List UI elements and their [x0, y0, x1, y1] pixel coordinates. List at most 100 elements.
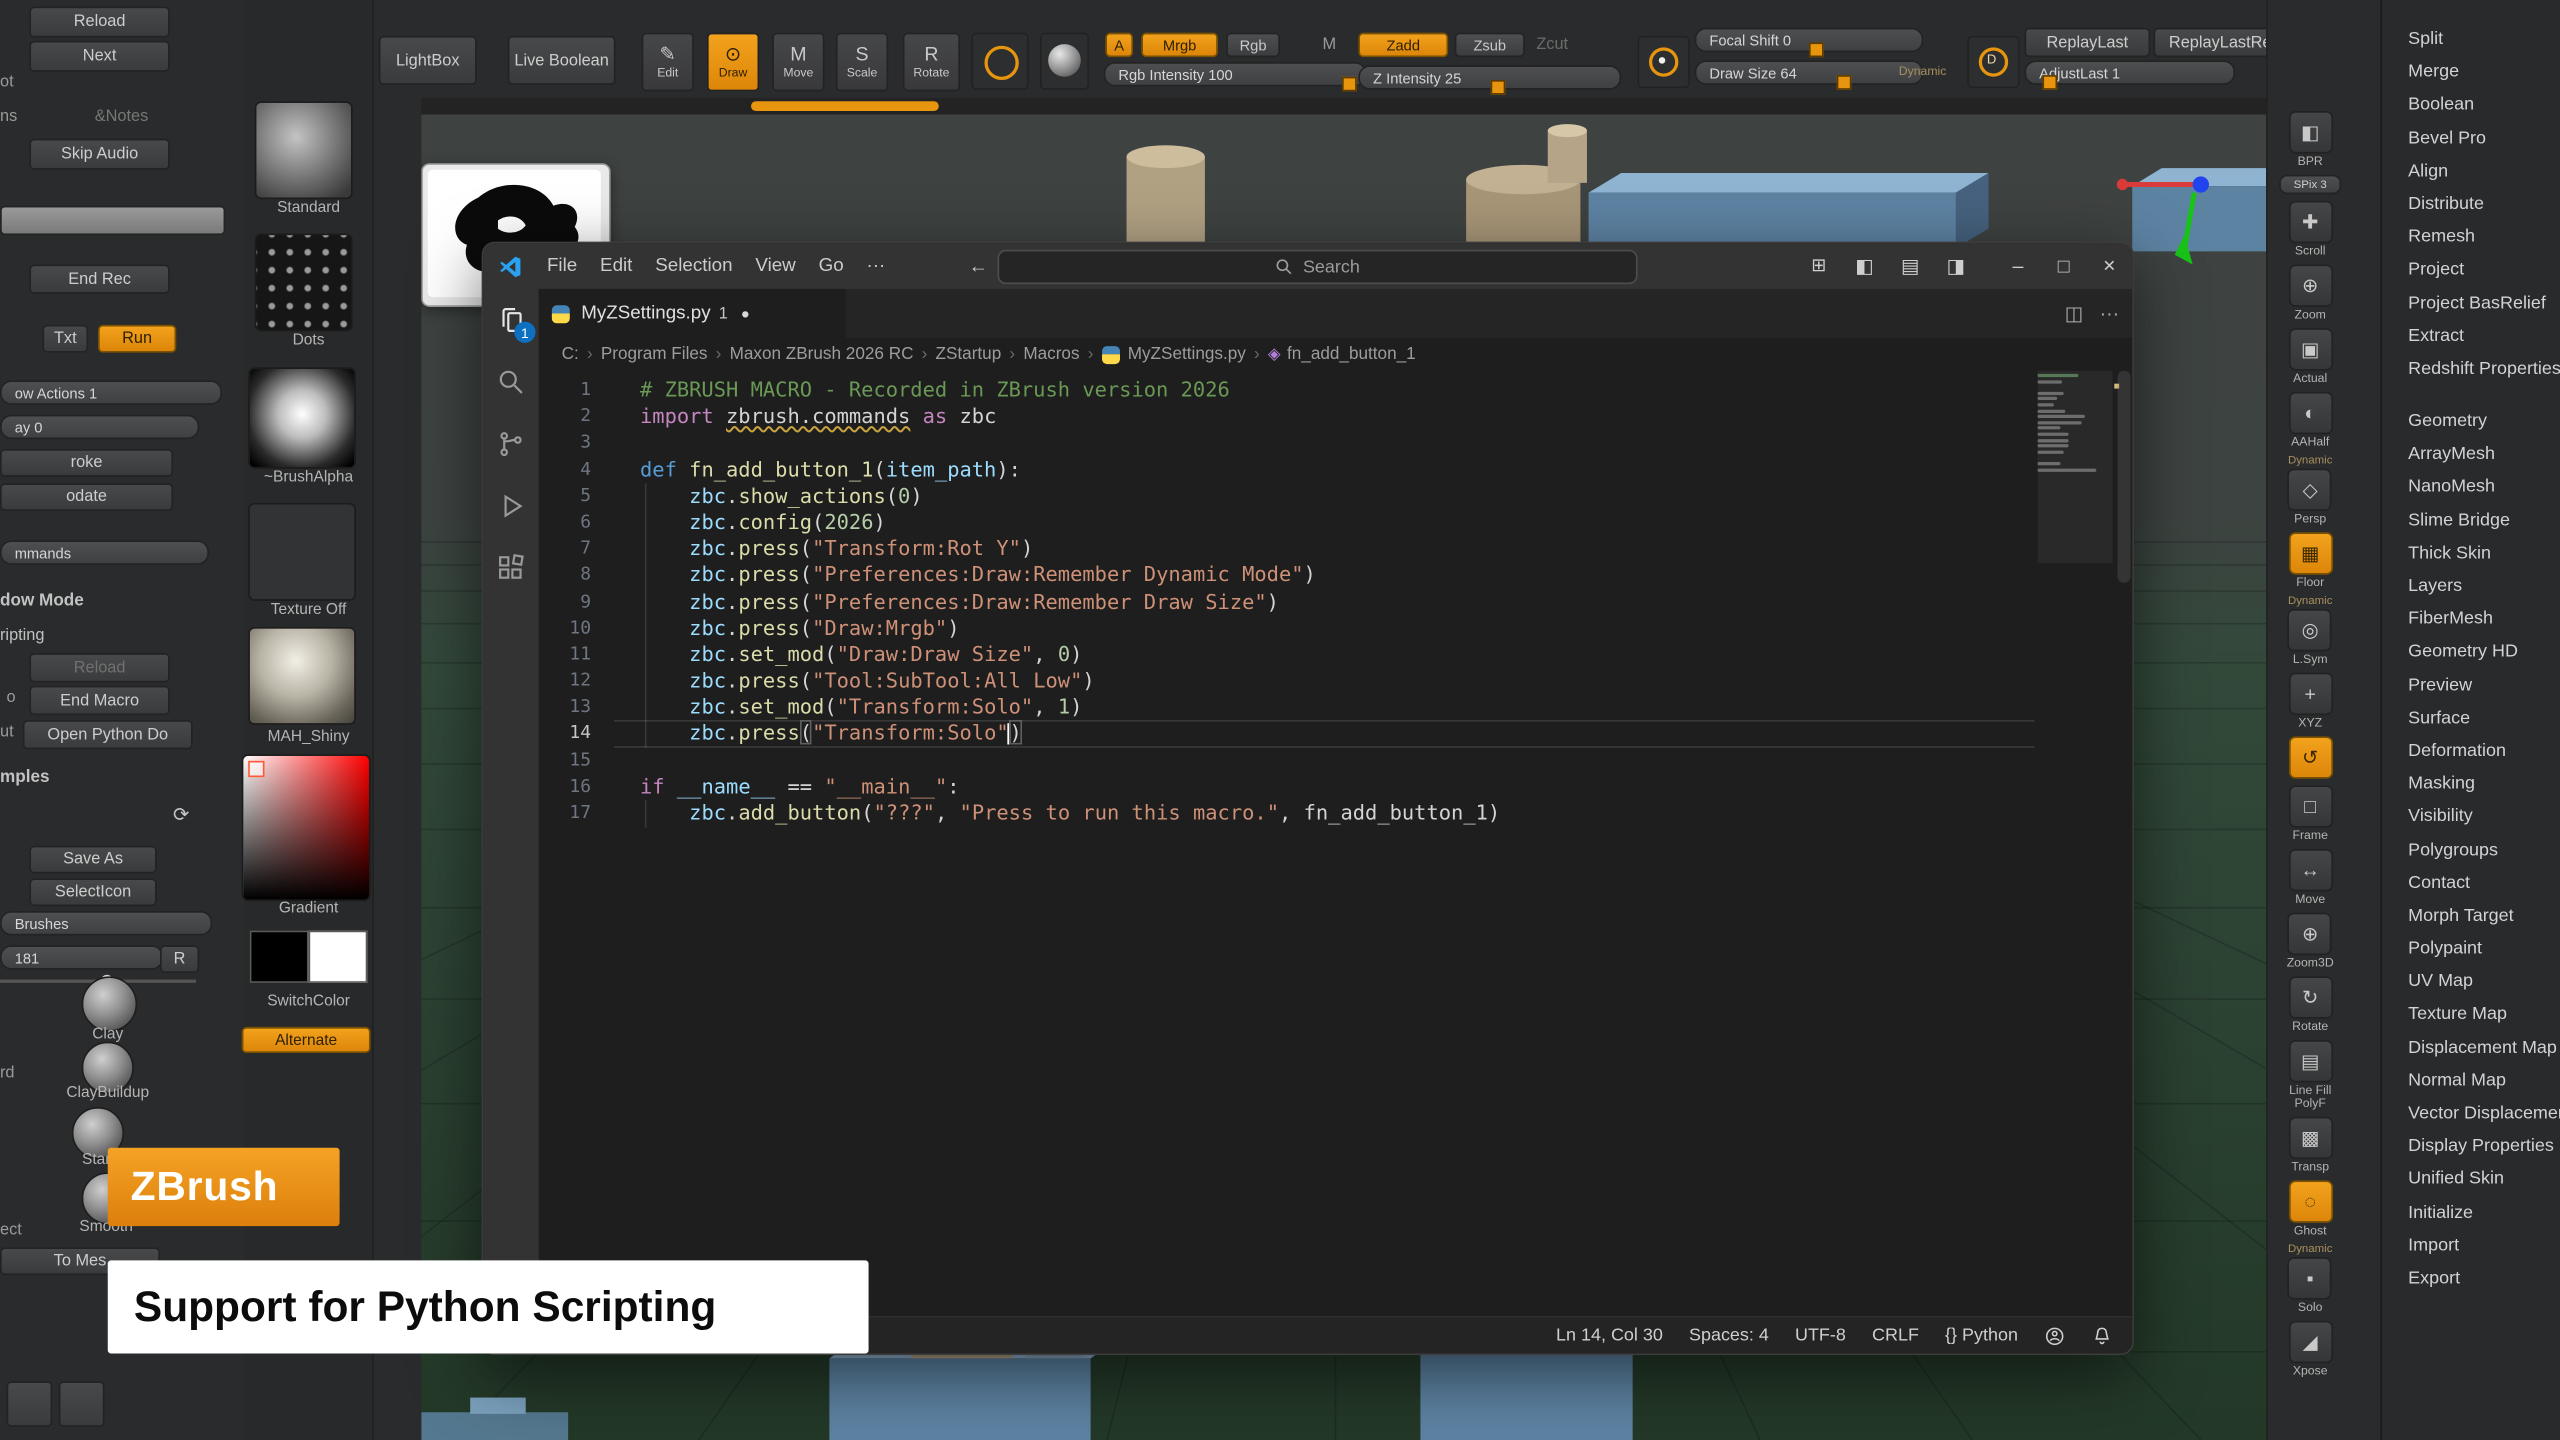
menu-normal-map[interactable]: Normal Map: [2382, 1064, 2560, 1097]
txt-button[interactable]: Txt: [42, 325, 88, 353]
status-utf-8[interactable]: UTF-8: [1795, 1326, 1846, 1346]
menu-display-properties[interactable]: Display Properties: [2382, 1130, 2560, 1163]
menu-morph-target[interactable]: Morph Target: [2382, 899, 2560, 932]
menu-polypaint[interactable]: Polypaint: [2382, 932, 2560, 965]
menu-fibermesh[interactable]: FiberMesh: [2382, 603, 2560, 636]
refresh-icon[interactable]: ⟳: [173, 803, 189, 826]
menu-contact[interactable]: Contact: [2382, 866, 2560, 899]
reload-script-button[interactable]: Reload: [29, 653, 169, 682]
customize-layout-icon[interactable]: ⊞: [1796, 243, 1842, 289]
menu-item[interactable]: ···: [855, 243, 897, 289]
delay-slider[interactable]: ay 0: [0, 415, 199, 439]
breadcrumb-item-macros[interactable]: Macros: [1023, 344, 1079, 364]
cutoff-tile[interactable]: [59, 1381, 105, 1427]
focal-shift-slider[interactable]: Focal Shift 0: [1695, 28, 1924, 52]
menu-remesh[interactable]: Remesh: [2382, 221, 2560, 254]
shelf-xyz[interactable]: +XYZ: [2288, 673, 2332, 730]
code-line-5[interactable]: zbc.show_actions(0): [614, 483, 2034, 509]
breadcrumb-item-c[interactable]: C:: [562, 344, 579, 364]
code-line-12[interactable]: zbc.press("Tool:SubTool:All Low"): [614, 668, 2034, 694]
commands-control[interactable]: mmands: [0, 540, 209, 564]
menu-visibility[interactable]: Visibility: [2382, 801, 2560, 834]
run-button[interactable]: Run: [98, 325, 176, 353]
move-button[interactable]: M Move: [772, 33, 824, 92]
breadcrumb-item-zstartup[interactable]: ZStartup: [936, 344, 1002, 364]
brush-standard-thumb[interactable]: [255, 101, 353, 199]
shelf-toggle[interactable]: ↺: [2288, 736, 2332, 778]
material-thumb[interactable]: [248, 627, 356, 725]
z-intensity-slider[interactable]: Z Intensity 25: [1358, 65, 1621, 89]
mrgb-toggle[interactable]: Mrgb: [1141, 33, 1218, 57]
r-button[interactable]: R: [160, 945, 199, 973]
menu-surface[interactable]: Surface: [2382, 702, 2560, 735]
brushes-control[interactable]: Brushes: [0, 911, 212, 935]
menu-redshift-properties[interactable]: Redshift Properties: [2382, 352, 2560, 385]
menu-go[interactable]: Go: [807, 243, 855, 289]
shelf-aahalf[interactable]: ◐AAHalf: [2288, 392, 2332, 449]
breadcrumb-item-program-files[interactable]: Program Files: [601, 344, 708, 364]
code-line-11[interactable]: zbc.set_mod("Draw:Draw Size", 0): [614, 641, 2034, 667]
source-control-icon[interactable]: [493, 426, 529, 462]
menu-thick-skin[interactable]: Thick Skin: [2382, 537, 2560, 570]
menu-texture-map[interactable]: Texture Map: [2382, 998, 2560, 1031]
timeline-scrubber[interactable]: [751, 101, 939, 111]
menu-project[interactable]: Project: [2382, 254, 2560, 287]
brush-clay[interactable]: [82, 976, 138, 1032]
secondary-color-swatch[interactable]: [309, 931, 368, 983]
explorer-icon[interactable]: 1: [493, 302, 529, 338]
menu-displacement-map[interactable]: Displacement Map: [2382, 1031, 2560, 1064]
vscode-titlebar[interactable]: FileEditSelectionViewGo··· ← → Search ⊞ …: [483, 243, 2132, 289]
menu-bevel-pro[interactable]: Bevel Pro: [2382, 122, 2560, 155]
menu-geometry-hd[interactable]: Geometry HD: [2382, 636, 2560, 669]
code-line-14[interactable]: zbc.press("Transform:Solo"): [614, 721, 2034, 747]
menu-initialize[interactable]: Initialize: [2382, 1196, 2560, 1229]
code-line-4[interactable]: def fn_add_button_1(item_path):: [614, 456, 2034, 482]
actions-slider[interactable]: ow Actions 1: [0, 380, 222, 404]
menu-polygroups[interactable]: Polygroups: [2382, 833, 2560, 866]
menu-nanomesh[interactable]: NanoMesh: [2382, 471, 2560, 504]
code-line-10[interactable]: zbc.press("Draw:Mrgb"): [614, 615, 2034, 641]
menu-distribute[interactable]: Distribute: [2382, 188, 2560, 221]
slider-knob[interactable]: [1836, 75, 1851, 90]
alternate-button[interactable]: Alternate: [242, 1027, 371, 1053]
reload-button[interactable]: Reload: [29, 7, 169, 38]
open-python-button[interactable]: Open Python Do: [23, 720, 193, 749]
menu-split[interactable]: Split: [2382, 23, 2560, 56]
code-line-3[interactable]: [614, 430, 2034, 456]
zsub-toggle[interactable]: Zsub: [1455, 33, 1525, 57]
menu-extract[interactable]: Extract: [2382, 319, 2560, 352]
update-button[interactable]: odate: [0, 483, 173, 511]
menu-preview[interactable]: Preview: [2382, 669, 2560, 702]
shelf-bpr[interactable]: ◧BPR: [2288, 111, 2332, 168]
extensions-icon[interactable]: [493, 550, 529, 586]
menu-selection[interactable]: Selection: [644, 243, 744, 289]
color-picker-cursor[interactable]: [248, 761, 264, 777]
menu-align[interactable]: Align: [2382, 155, 2560, 188]
shelf-floor[interactable]: ▦Floor: [2288, 532, 2332, 589]
shelf-transp[interactable]: ▩Transp: [2288, 1117, 2332, 1174]
nav-back-icon[interactable]: ←: [955, 255, 1001, 278]
menu-file[interactable]: File: [536, 243, 589, 289]
a-toggle[interactable]: A: [1105, 33, 1133, 57]
rgb-toggle[interactable]: Rgb: [1226, 33, 1280, 57]
more-actions-icon[interactable]: ···: [2100, 302, 2120, 325]
material-preview[interactable]: [1040, 33, 1089, 90]
save-as-button[interactable]: Save As: [29, 846, 156, 874]
breadcrumb-item-maxon-zbrush-2026-rc[interactable]: Maxon ZBrush 2026 RC: [730, 344, 914, 364]
zadd-toggle[interactable]: Zadd: [1358, 33, 1448, 57]
maximize-button[interactable]: □: [2041, 243, 2087, 289]
shelf-ghost[interactable]: ◌Ghost: [2288, 1180, 2332, 1237]
lightbox-button[interactable]: LightBox: [379, 36, 477, 85]
rotate-button[interactable]: R Rotate: [903, 33, 960, 92]
draw-size-slider[interactable]: Draw Size 64: [1695, 60, 1924, 84]
shelf-frame[interactable]: □Frame: [2288, 785, 2332, 842]
command-center-search[interactable]: Search: [998, 250, 1638, 284]
notifications-bell-icon[interactable]: [2091, 1325, 2112, 1346]
shelf-zoom3d[interactable]: ⊕Zoom3D: [2287, 913, 2334, 970]
adjust-last-slider[interactable]: AdjustLast 1: [2024, 60, 2235, 84]
end-macro-button[interactable]: End Macro: [29, 686, 169, 715]
slider-knob[interactable]: [1342, 77, 1357, 92]
menu-merge[interactable]: Merge: [2382, 56, 2560, 89]
menu-arraymesh[interactable]: ArrayMesh: [2382, 438, 2560, 471]
status-spaces-4[interactable]: Spaces: 4: [1689, 1326, 1769, 1346]
